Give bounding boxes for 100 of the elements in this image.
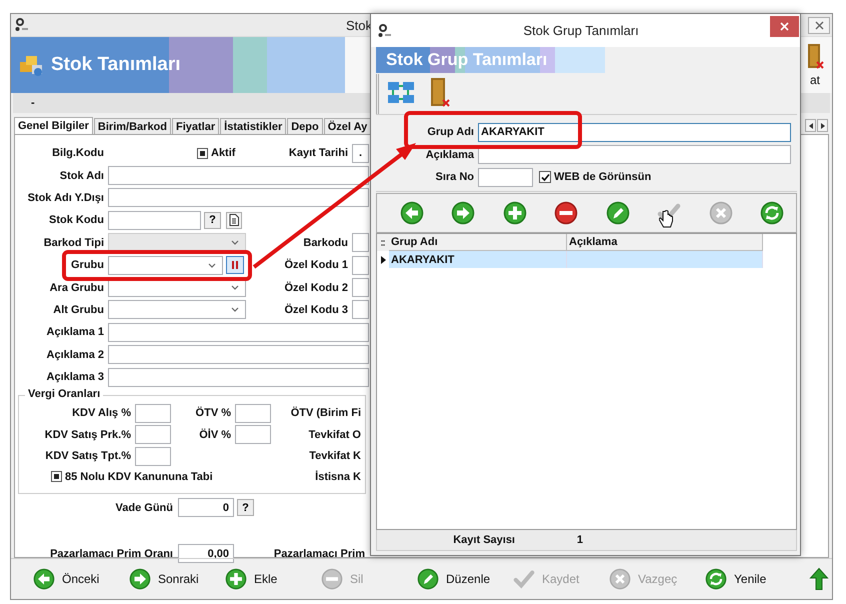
field-label: Açıklama 2 [46,348,104,361]
document-button[interactable] [226,212,242,229]
input-field[interactable] [352,300,369,320]
triangle-right-icon [820,122,824,128]
grid-corner-icon [381,240,385,246]
tab[interactable]: Fiyatlar [172,118,220,134]
input-field[interactable] [352,278,369,298]
field-label: Özel Kodu 1 [283,259,348,272]
column-header[interactable]: Açıklama [567,234,763,251]
input-field[interactable] [135,446,171,466]
toolbar-button[interactable]: Düzenle [417,568,513,590]
field-label: Özel Kodu 3 [283,304,348,316]
up-arrow-icon [807,567,831,591]
field-label: Açıklama 1 [46,326,104,338]
field-label: ÖİV % [198,428,231,441]
field-label: Kayıt Tarihi [288,147,348,160]
input-field[interactable]: . [352,144,369,163]
refresh-icon [705,568,727,590]
tab[interactable]: İstatistikler [220,118,286,134]
field-label: Tevkifat O [308,428,361,441]
field-label: Grup Adı [426,126,474,138]
field-label: Vade Günü [114,502,173,514]
field-label: Barkod Tipi [42,236,104,249]
up-button[interactable] [807,567,831,591]
row-indicator-icon [380,256,386,264]
window-title: Stok Grup Tanımları [522,23,640,38]
input-field[interactable] [108,368,369,387]
plus-icon [502,201,527,225]
checkbox[interactable] [539,171,551,184]
dropdown[interactable] [108,300,246,320]
input-field[interactable] [235,404,271,423]
field-label: Stok Kodu [48,214,104,226]
record-count: 1 [576,534,583,546]
close-icon [814,20,824,30]
input-field[interactable] [108,345,369,364]
scroll-left-button[interactable] [805,119,816,132]
toolbar-button[interactable]: Ekle [225,568,321,590]
field-label: Stok Adı [58,170,104,182]
field-label: ÖTV % [194,407,231,420]
pause-icon [231,261,239,270]
close-button[interactable] [808,16,830,34]
field-label: KDV Satış Prk.% [44,428,131,441]
input-field[interactable] [478,168,533,187]
cancel-icon [708,201,733,225]
toolbar-button[interactable]: Önceki [33,568,129,590]
refresh-icon [760,201,784,225]
header-title: Stok Tanımları [51,54,181,76]
input-field[interactable] [235,425,271,444]
help-button[interactable]: ? [237,499,254,516]
input-field[interactable] [108,322,369,342]
input-field[interactable] [352,233,369,252]
field-label: Özel Kodu 2 [283,282,348,294]
chevron-down-icon [208,262,216,268]
checkbox-label: Aktif [211,147,236,160]
checkmark-icon [513,568,535,590]
field-label: Pazarlamacı Prim Oranı [49,548,173,560]
tab[interactable]: Özel Ay [324,118,372,134]
help-button[interactable]: ? [204,212,221,229]
field-label: Pazarlamacı Prim [272,548,365,560]
input-field[interactable] [108,166,369,186]
table-cell: AKARYAKIT [389,251,567,268]
checkbox[interactable] [51,471,62,482]
lookup-button[interactable] [226,256,244,274]
chevron-down-icon [231,285,239,290]
scroll-right-button[interactable] [817,119,828,132]
toolbar-button[interactable]: Sonraki [129,568,225,590]
input-field[interactable] [352,256,369,275]
input-field[interactable] [478,145,791,164]
field-label: Sıra No [434,171,474,184]
input-field[interactable] [135,425,171,444]
tab[interactable]: Depo [287,118,323,134]
tab[interactable]: Birim/Barkod [94,118,171,134]
footer-label: Kayıt Sayısı [452,534,516,546]
field-label: Stok Adı Y.Dışı [26,192,104,204]
input-field[interactable] [108,210,201,230]
field-label: Alt Grubu [52,304,104,316]
input-field[interactable] [108,188,369,208]
input-field[interactable] [135,404,171,423]
hand-cursor-icon [659,210,673,228]
minus-icon [321,568,343,590]
close-button[interactable] [770,16,799,37]
document-icon [229,214,239,226]
pencil-icon [606,201,630,225]
input-field[interactable]: 0,00 [178,544,234,564]
chevron-down-icon [231,307,239,312]
grid-row[interactable]: AKARYAKIT [377,251,796,268]
checkbox[interactable] [197,148,208,159]
pencil-icon [417,568,439,590]
door-icon [429,76,451,108]
field-label: Ara Grubu [48,282,104,294]
input-field[interactable]: AKARYAKIT [478,122,791,142]
triangle-left-icon [808,122,812,128]
column-header[interactable]: Grup Adı [389,234,567,251]
tab[interactable]: Genel Bilgiler [14,117,93,134]
minus-icon [554,201,578,225]
toolbar-button[interactable]: Yenile [705,568,801,590]
checkbox-label: 85 Nolu KDV Kanununa Tabi [65,470,213,483]
input-field[interactable]: 0 [178,498,234,518]
door-icon [806,43,824,71]
network-icon [387,80,415,106]
